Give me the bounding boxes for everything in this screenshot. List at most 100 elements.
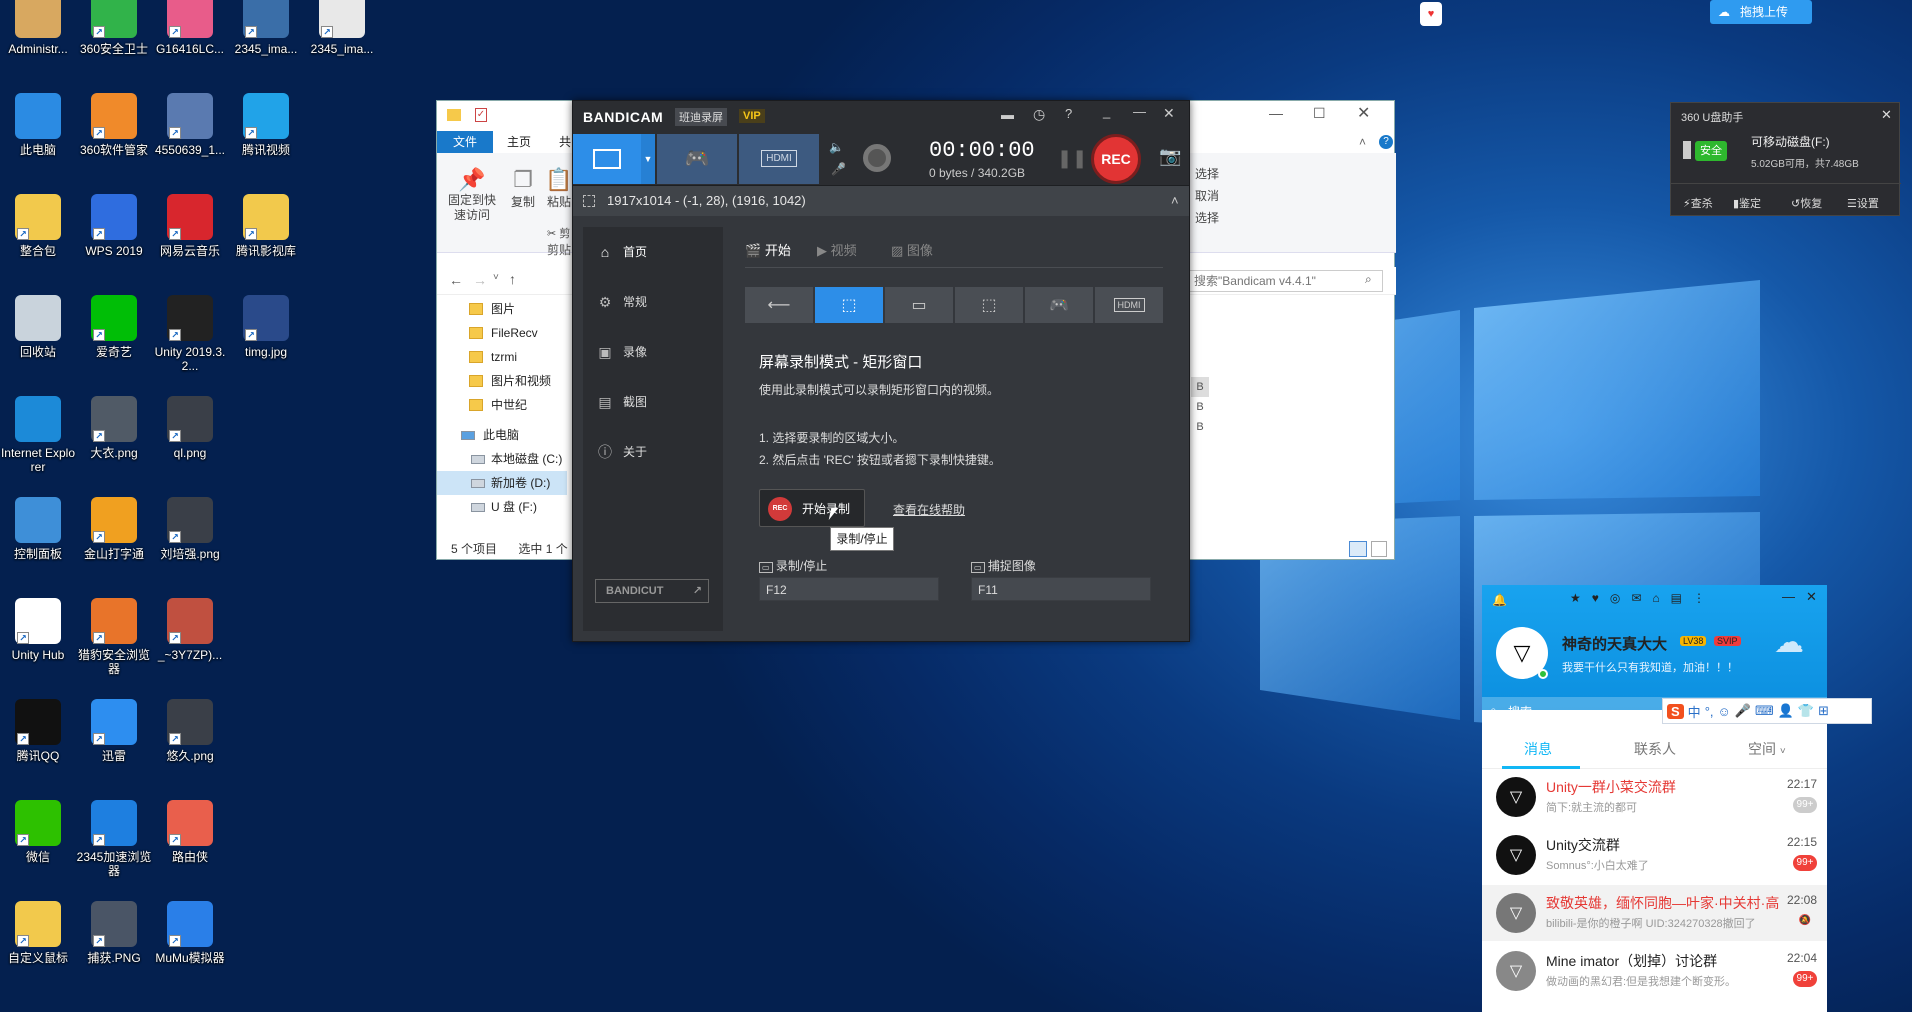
ime-button[interactable]: 🎤 <box>1735 703 1751 719</box>
compact-mode-button[interactable]: _ <box>1103 104 1110 119</box>
chat-item[interactable]: ▽ Unity一群小菜交流群 简下:就主流的都可 22:17 99+ <box>1482 769 1827 825</box>
game-mode-button[interactable]: 🎮 <box>1025 287 1093 323</box>
pause-icon[interactable]: ❚❚ <box>1057 148 1087 169</box>
ime-button[interactable]: ☺ <box>1718 704 1731 719</box>
cloud-icon[interactable]: ☁ <box>1774 625 1804 660</box>
bell-icon[interactable]: 🔔 <box>1492 593 1507 607</box>
mode-dropdown-button[interactable]: ▼ <box>641 134 655 184</box>
webcam-icon[interactable] <box>863 144 891 172</box>
start-recording-button[interactable]: REC 开始录制 <box>759 489 865 527</box>
forward-icon[interactable]: → <box>473 272 487 288</box>
invert-selection-button[interactable]: 选择 <box>1195 209 1219 226</box>
clock-icon[interactable]: ◷ <box>1033 106 1045 123</box>
desktop-icon[interactable]: ↗ 爱奇艺 <box>76 295 152 359</box>
select-all-button[interactable]: 选择 <box>1195 165 1219 182</box>
chat-item[interactable]: ▽ 致敬英雄，缅怀同胞—叶家·中关村·高 bilibili-是你的橙子啊 UID:3… <box>1482 885 1827 941</box>
sidebar-item-screenshot[interactable]: ▤ 截图 <box>583 377 723 427</box>
tab-contacts[interactable]: 联系人 <box>1634 739 1676 759</box>
minimize-button[interactable]: — <box>1782 589 1795 604</box>
hotkey-capture-field[interactable]: F11 <box>971 577 1151 601</box>
desktop-icon[interactable]: ↗ 大衣.png <box>76 396 152 460</box>
upload-button[interactable]: ☁ 拖拽上传 <box>1710 0 1812 24</box>
desktop-icon[interactable]: ↗ 4550639_1... <box>152 93 228 157</box>
ime-button[interactable]: 👕 <box>1798 703 1814 719</box>
up-icon[interactable]: ↑ <box>509 271 516 287</box>
desktop-icon[interactable]: ↗ 腾讯视频 <box>228 93 304 157</box>
tab-messages[interactable]: 消息 <box>1524 739 1552 759</box>
tab-share[interactable]: 共 <box>559 131 571 153</box>
details-view-icon[interactable] <box>1349 541 1367 557</box>
close-button[interactable]: ✕ <box>1881 107 1892 123</box>
desktop-icon[interactable]: ↗ 自定义鼠标 <box>0 901 76 965</box>
desktop-icon[interactable]: ↗ 路由侠 <box>152 800 228 864</box>
tree-item[interactable]: tzrmi <box>437 345 567 369</box>
help-icon[interactable]: ? <box>1065 106 1072 121</box>
close-button[interactable]: ✕ <box>1163 105 1175 122</box>
sidebar-item-home[interactable]: ⌂ 首页 <box>583 227 723 277</box>
tshirt-icon[interactable]: ♥ <box>1420 2 1442 26</box>
online-status-dot[interactable] <box>1538 669 1548 679</box>
device-mode-button[interactable]: HDMI <box>739 134 819 184</box>
tab-home[interactable]: 主页 <box>507 131 531 153</box>
screen-mode-button[interactable] <box>573 134 641 184</box>
desktop-icon[interactable]: ↗ 捕获.PNG <box>76 901 152 965</box>
desktop-icon[interactable]: ↗ 腾讯影视库 <box>228 194 304 258</box>
tree-item[interactable]: 本地磁盘 (C:) <box>437 447 567 471</box>
tab-image[interactable]: ▨ 图像 <box>891 239 933 263</box>
region-mode-button[interactable]: ⬚ <box>955 287 1023 323</box>
desktop-icon[interactable]: ↗ 金山打字通 <box>76 497 152 561</box>
close-button[interactable]: ✕ <box>1806 589 1817 605</box>
minimize-button[interactable]: — <box>1269 105 1283 121</box>
ime-button[interactable]: 👤 <box>1778 703 1794 719</box>
desktop-icon[interactable]: ↗ 2345_ima... <box>228 0 304 56</box>
tab-start[interactable]: 🎬 开始 <box>745 239 791 263</box>
region-checkbox[interactable] <box>583 195 595 207</box>
desktop-icon[interactable]: ↗ WPS 2019 <box>76 194 152 258</box>
tree-item[interactable]: FileRecv <box>437 321 567 345</box>
pin-button[interactable]: 📌 固定到快速访问 <box>443 167 501 223</box>
large-icons-view-icon[interactable] <box>1371 541 1387 557</box>
tree-item[interactable]: 图片和视频 <box>437 369 567 393</box>
identify-button[interactable]: ▮鉴定 <box>1733 195 1761 211</box>
vip-badge[interactable]: VIP <box>739 109 765 123</box>
desktop-icon[interactable]: ↗ G16416LC... <box>152 0 228 56</box>
online-help-link[interactable]: 查看在线帮助 <box>893 501 965 518</box>
tree-item[interactable]: 中世纪 <box>437 393 567 417</box>
select-none-button[interactable]: 取消 <box>1195 187 1219 204</box>
desktop-icon[interactable]: ↗ Unity 2019.3.2... <box>152 295 228 373</box>
ime-button[interactable]: °, <box>1705 704 1714 719</box>
game-mode-button[interactable]: 🎮 <box>657 134 737 184</box>
desktop-icon[interactable]: ↗ 360安全卫士 <box>76 0 152 56</box>
desktop-icon[interactable]: ↗ 360软件管家 <box>76 93 152 157</box>
svip-badge[interactable]: SVIP <box>1714 636 1741 646</box>
nickname[interactable]: 神奇的天真大大 <box>1562 633 1667 654</box>
desktop-icon[interactable]: ↗ 网易云音乐 <box>152 194 228 258</box>
desktop-icon[interactable]: ↗ 微信 <box>0 800 76 864</box>
ime-button[interactable]: ⊞ <box>1818 703 1829 719</box>
maximize-button[interactable]: ☐ <box>1313 105 1326 122</box>
help-icon[interactable]: ? <box>1379 135 1393 149</box>
desktop-icon[interactable]: ↗ MuMu模拟器 <box>152 901 228 965</box>
tab-video[interactable]: ▶ 视频 <box>817 239 857 263</box>
folder-icon[interactable]: ▬ <box>1001 107 1014 122</box>
collapse-icon[interactable]: ˄ <box>1171 186 1179 216</box>
desktop-icon[interactable]: ↗ 迅雷 <box>76 699 152 763</box>
ime-button[interactable]: 中 <box>1688 702 1701 721</box>
chevron-up-icon[interactable]: ˄ <box>1359 135 1366 149</box>
tree-item[interactable]: U 盘 (F:) <box>437 495 567 519</box>
sidebar-item-about[interactable]: ⓘ 关于 <box>583 427 723 477</box>
check-icon[interactable]: ✓ <box>475 108 487 122</box>
desktop-icon[interactable]: ↗ _~3Y7ZP)... <box>152 598 228 662</box>
sidebar-item-general[interactable]: ⚙ 常规 <box>583 277 723 327</box>
desktop-icon[interactable]: ↗ 悠久.png <box>152 699 228 763</box>
ime-button[interactable]: ⌨ <box>1755 703 1774 719</box>
ime-button[interactable]: S <box>1667 703 1684 719</box>
chat-item[interactable]: ▽ Mine imator（划掉）讨论群 做动画的黑幻君:但是我想建个断变形。 22:… <box>1482 943 1827 999</box>
hotkey-rec-field[interactable]: F12 <box>759 577 939 601</box>
settings-button[interactable]: ☰设置 <box>1847 195 1879 211</box>
signature[interactable]: 我要干什么只有我知道，加油！！！ <box>1562 659 1738 675</box>
speaker-icon[interactable]: 🔈 <box>829 140 844 154</box>
desktop-icon[interactable]: ↗ 整合包 <box>0 194 76 258</box>
tab-file[interactable]: 文件 <box>437 131 493 153</box>
rectangle-mode-button[interactable]: ⬚ <box>815 287 883 323</box>
